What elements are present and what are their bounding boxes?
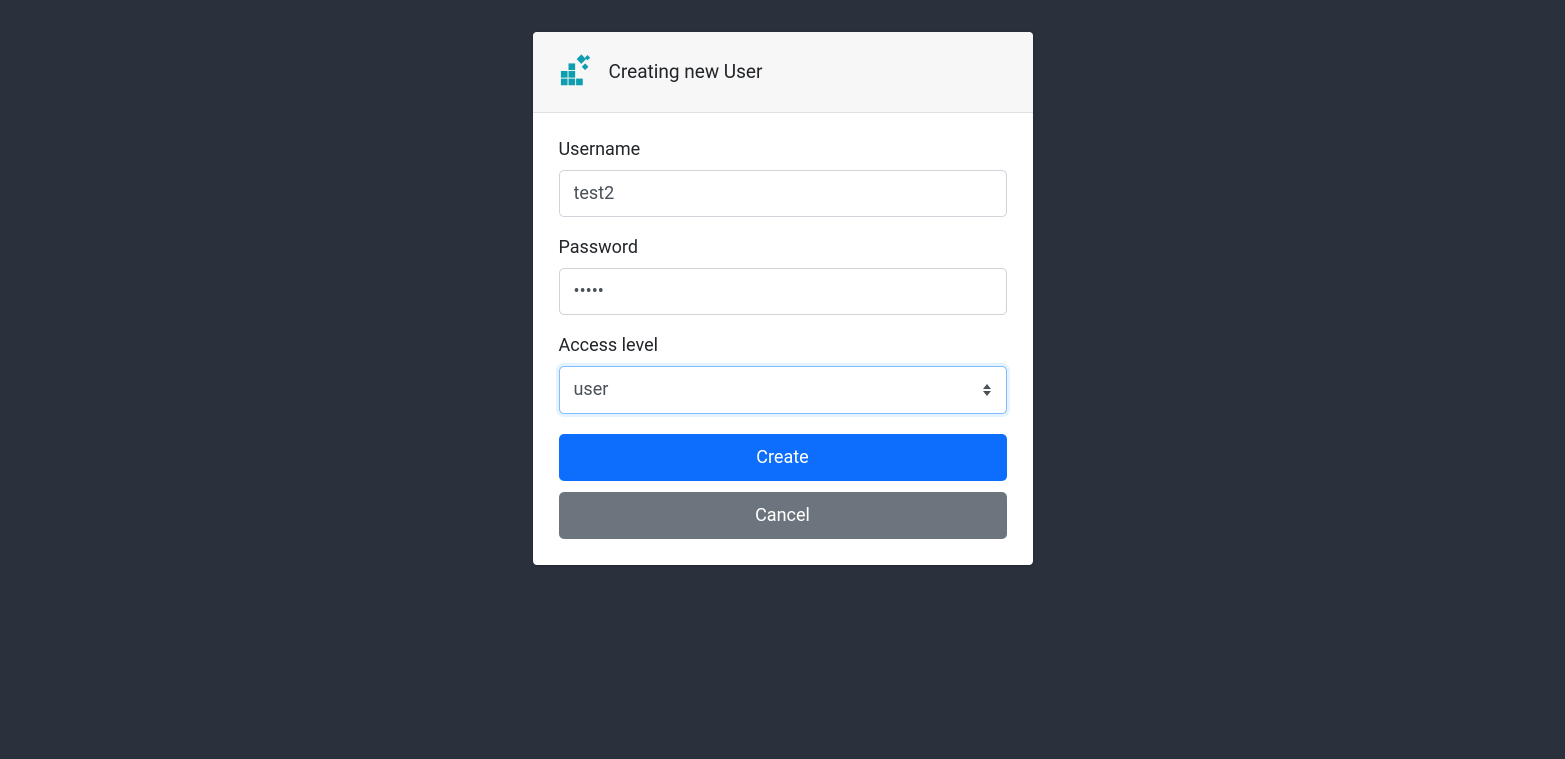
username-input[interactable] [559, 170, 1007, 217]
create-button[interactable]: Create [559, 434, 1007, 481]
card-title: Creating new User [609, 60, 763, 83]
cancel-button[interactable]: Cancel [559, 492, 1007, 539]
app-logo-icon [559, 52, 597, 90]
password-group: Password [559, 237, 1007, 315]
access-level-select[interactable]: user [559, 366, 1007, 413]
access-level-group: Access level user [559, 335, 1007, 413]
create-user-card: Creating new User Username Password Acce… [533, 32, 1033, 565]
card-header: Creating new User [533, 32, 1033, 113]
card-body: Username Password Access level user Crea… [533, 113, 1033, 565]
password-label: Password [559, 237, 1007, 258]
password-input[interactable] [559, 268, 1007, 315]
username-label: Username [559, 139, 1007, 160]
access-level-select-wrap: user [559, 366, 1007, 413]
access-level-label: Access level [559, 335, 1007, 356]
username-group: Username [559, 139, 1007, 217]
